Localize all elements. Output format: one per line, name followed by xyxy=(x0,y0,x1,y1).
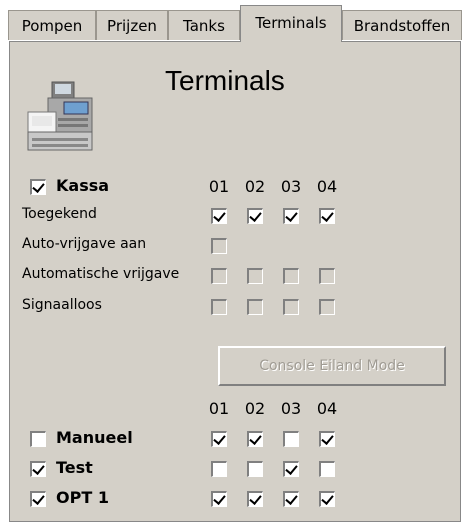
automatische-vrijgave-checkbox-02[interactable] xyxy=(247,268,263,284)
column-header-03-bottom: 03 xyxy=(280,399,302,418)
signaalloos-checkbox-01[interactable] xyxy=(211,299,227,315)
manueel-checkbox[interactable] xyxy=(30,431,46,447)
automatische-vrijgave-checkbox-04[interactable] xyxy=(319,268,335,284)
opt1-label: OPT 1 xyxy=(56,488,109,507)
test-checkbox-03[interactable] xyxy=(283,461,299,477)
automatische-vrijgave-checkbox-03[interactable] xyxy=(283,268,299,284)
tab-tanks[interactable]: Tanks xyxy=(168,10,240,40)
manueel-checkbox-04[interactable] xyxy=(319,431,335,447)
column-header-02: 02 xyxy=(244,177,266,196)
column-header-01: 01 xyxy=(208,177,230,196)
auto-vrijgave-aan-checkbox[interactable] xyxy=(211,238,227,254)
row-label-automatische-vrijgave: Automatische vrijgave xyxy=(22,266,180,282)
tab-prijzen[interactable]: Prijzen xyxy=(96,10,168,40)
opt1-checkbox-04[interactable] xyxy=(319,491,335,507)
toegekend-checkbox-03[interactable] xyxy=(283,208,299,224)
opt1-checkbox-02[interactable] xyxy=(247,491,263,507)
opt1-checkbox-03[interactable] xyxy=(283,491,299,507)
tab-brandstoffen[interactable]: Brandstoffen xyxy=(342,10,462,40)
tab-terminals[interactable]: Terminals xyxy=(240,5,342,42)
opt1-checkbox-01[interactable] xyxy=(211,491,227,507)
manueel-checkbox-01[interactable] xyxy=(211,431,227,447)
kassa-checkbox[interactable] xyxy=(30,179,46,195)
opt1-checkbox[interactable] xyxy=(30,491,46,507)
page-title: Terminals xyxy=(165,65,285,96)
manueel-checkbox-02[interactable] xyxy=(247,431,263,447)
column-header-04-bottom: 04 xyxy=(316,399,338,418)
column-header-01-bottom: 01 xyxy=(208,399,230,418)
column-header-03: 03 xyxy=(280,177,302,196)
signaalloos-checkbox-03[interactable] xyxy=(283,299,299,315)
manueel-label: Manueel xyxy=(56,428,133,447)
signaalloos-checkbox-04[interactable] xyxy=(319,299,335,315)
test-checkbox-04[interactable] xyxy=(319,461,335,477)
row-label-signaalloos: Signaalloos xyxy=(22,297,102,313)
test-checkbox[interactable] xyxy=(30,461,46,477)
tab-pompen[interactable]: Pompen xyxy=(8,10,96,40)
toegekend-checkbox-04[interactable] xyxy=(319,208,335,224)
kassa-label: Kassa xyxy=(56,176,110,195)
cash-register-icon xyxy=(27,81,93,151)
row-label-toegekend: Toegekend xyxy=(22,206,97,222)
test-checkbox-02[interactable] xyxy=(247,461,263,477)
row-label-auto-vrijgave-aan: Auto-vrijgave aan xyxy=(22,236,147,252)
automatische-vrijgave-checkbox-01[interactable] xyxy=(211,268,227,284)
column-header-02-bottom: 02 xyxy=(244,399,266,418)
test-label: Test xyxy=(56,458,93,477)
toegekend-checkbox-01[interactable] xyxy=(211,208,227,224)
toegekend-checkbox-02[interactable] xyxy=(247,208,263,224)
signaalloos-checkbox-02[interactable] xyxy=(247,299,263,315)
column-header-04: 04 xyxy=(316,177,338,196)
console-eiland-mode-button[interactable]: Console Eiland Mode xyxy=(218,346,446,386)
manueel-checkbox-03[interactable] xyxy=(283,431,299,447)
test-checkbox-01[interactable] xyxy=(211,461,227,477)
